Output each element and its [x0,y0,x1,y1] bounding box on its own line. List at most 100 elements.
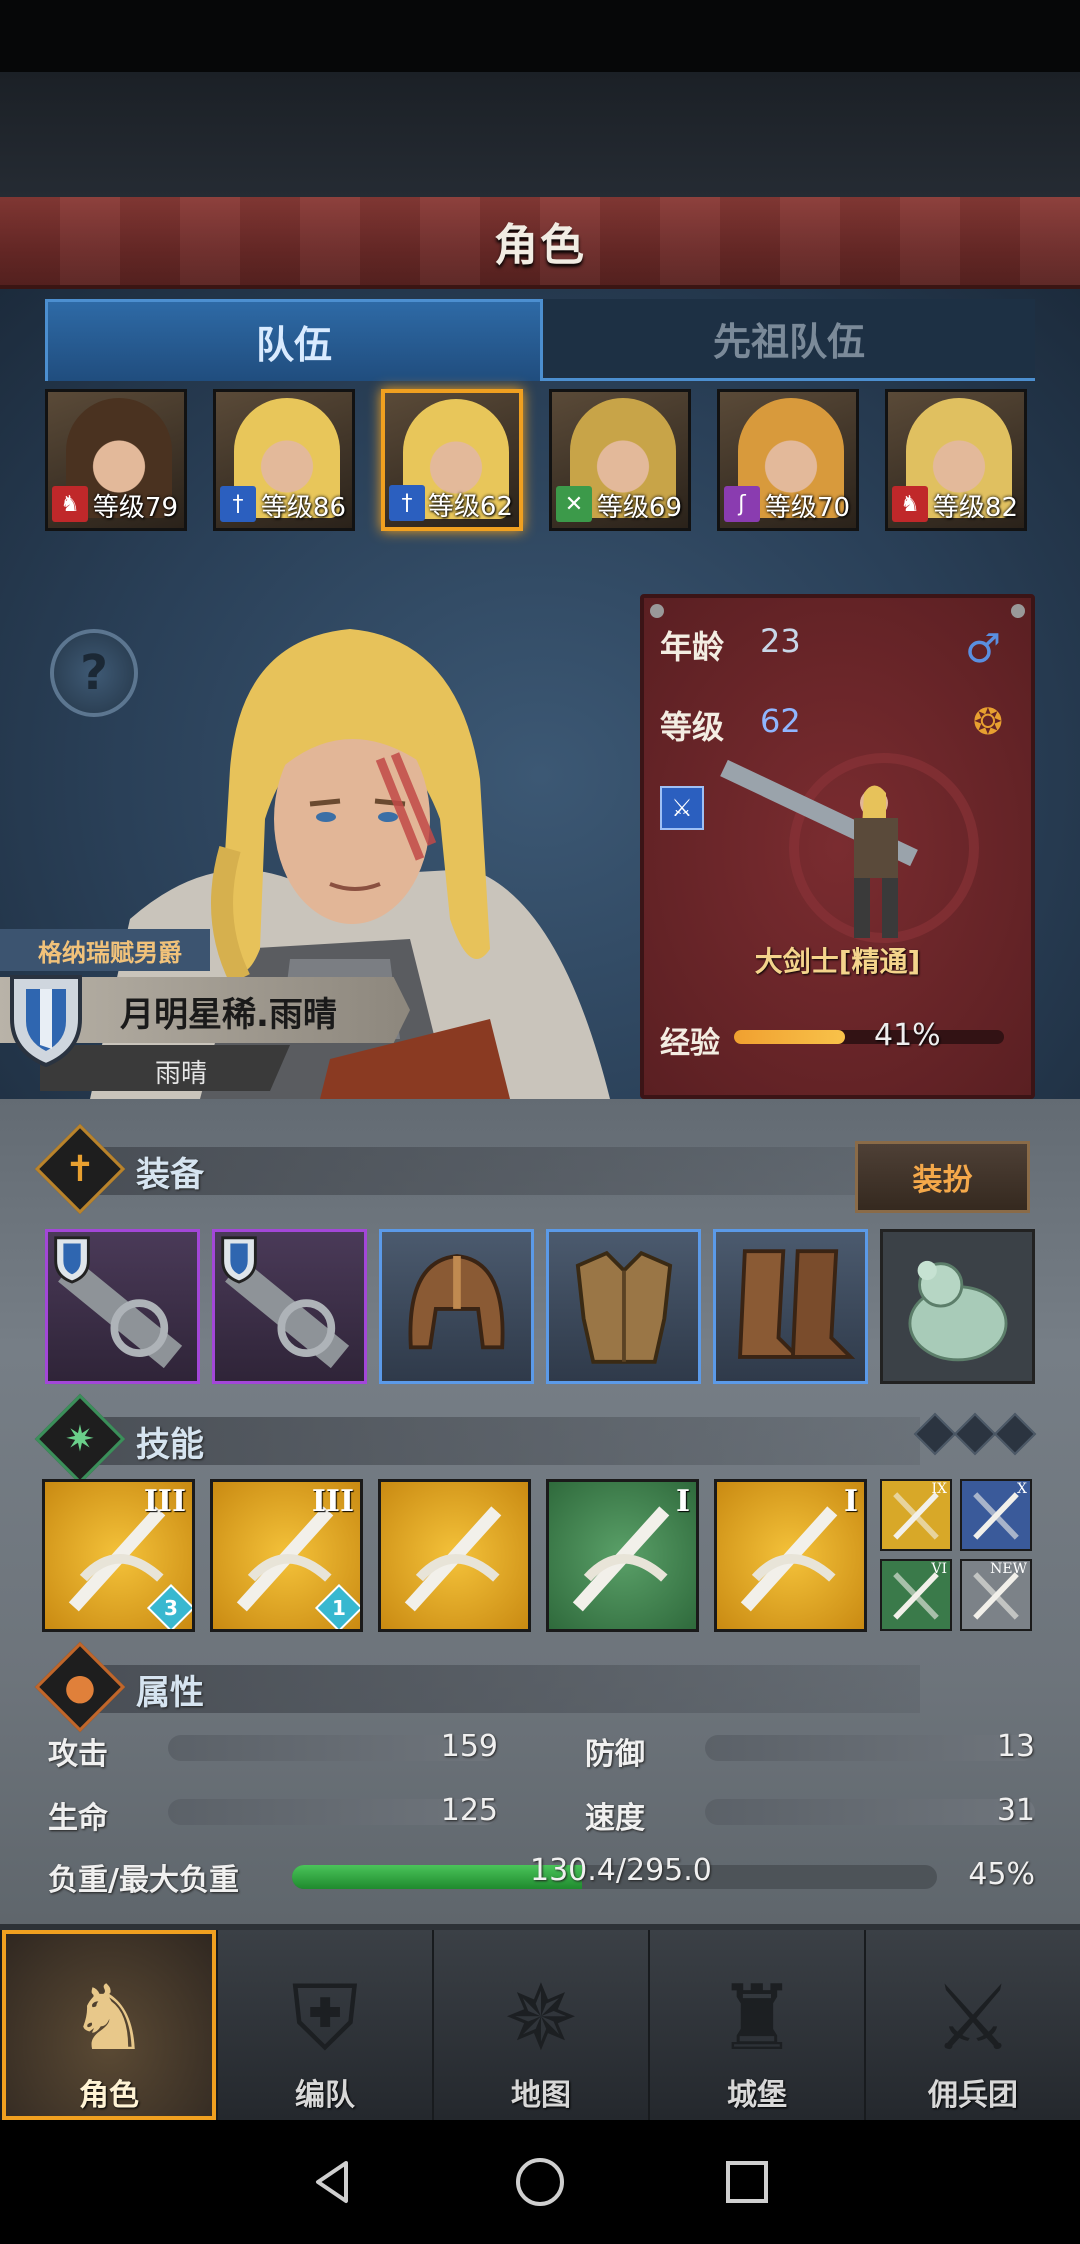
greatsword-slot[interactable] [45,1229,200,1384]
armor-slot[interactable] [546,1229,701,1384]
recents-icon[interactable] [717,2152,777,2212]
nav-label: 佣兵团 [928,2078,1018,2113]
mini-skill-1[interactable]: IX [880,1479,952,1551]
roster-hero-card[interactable]: ʃ 等级70 [717,389,859,531]
impact-skill[interactable]: I [714,1479,867,1632]
load-label: 负重/最大负重 [48,1863,239,1898]
greatsword-slot[interactable] [212,1229,367,1384]
shield-icon [10,975,82,1068]
skills-list: III 3 III 1 I I IX X VI NEW [42,1479,1042,1634]
sword-guard-skill[interactable] [378,1479,531,1632]
ring-icon[interactable]: ❂ [973,702,1003,743]
whirlwind-skill[interactable]: III 3 [42,1479,195,1632]
diamond-icon [913,1412,957,1456]
skills-title: 技能 [136,1425,204,1465]
horse-icon: ♞ [52,486,88,522]
sword-strike-skill[interactable]: III 1 [210,1479,363,1632]
jade-trinket-slot[interactable] [880,1229,1035,1384]
team-panel: 队伍 先祖队伍 ♞ 等级79 † 等级86 † 等级62 ✕ 等级69 ʃ 等级70 ♞ 等级82 ?… [0,289,1080,1099]
exp-label: 经验 [660,1026,720,1061]
nav-character[interactable]: ♞ 角色 [0,1930,216,2120]
helmet-icon: ⛨ [291,1966,359,2071]
skill-tier: I [675,1484,690,1519]
mini-skill-3[interactable]: VI [880,1559,952,1631]
skill-slot-indicators [913,1412,1037,1456]
hero-level-label: 等级70 [764,493,850,523]
level-value: 62 [760,702,801,740]
class-name: 大剑士[精通] [754,945,921,978]
skills-header: ✷ 技能 [34,1393,1040,1485]
sword-star-icon: † [389,485,425,521]
sword-star-icon[interactable]: ⚔ [660,786,704,830]
roster-hero-card[interactable]: ♞ 等级79 [45,389,187,531]
burst-skill[interactable]: I [546,1479,699,1632]
mini-skill-tier: NEW [990,1561,1027,1577]
mercenary-icon: ⚔ [932,1966,1014,2071]
load-percent: 45% [968,1857,1035,1892]
skill-tier: III [311,1484,354,1519]
diamond-icon [953,1412,997,1456]
nav-label: 地图 [511,2078,571,2113]
age-label: 年龄 [660,628,725,666]
roster-hero-card[interactable]: † 等级62 [381,389,523,531]
speed-label: 速度 [585,1801,645,1836]
hp-value: 125 [440,1793,498,1828]
sword-icon: † [220,486,256,522]
roster-hero-card[interactable]: ♞ 等级82 [885,389,1027,531]
hero-level-label: 等级82 [932,493,1018,523]
equipment-title: 装备 [136,1155,204,1195]
name-plate: 月明星稀.雨晴 雨晴 [0,969,410,1099]
castle-icon: ♜ [716,1966,798,2071]
skill-art-icon [404,1506,502,1612]
nav-castle[interactable]: ♜ 城堡 [648,1930,864,2120]
skill-art-icon [572,1506,670,1612]
back-icon[interactable] [303,2152,363,2212]
compass-icon: ✵ [503,1966,579,2071]
roster-hero-card[interactable]: † 等级86 [213,389,355,531]
age-row: 年龄 23 [660,622,801,668]
details-panel: ✝ 装备 装扮 ✷ 技能 III 3 III 1 I I IX X VI NEW ● 属性 攻击 … [0,1099,1080,1924]
system-navigation-bar [0,2120,1080,2244]
hero-level-label: 等级62 [427,492,513,522]
character-nickname: 雨晴 [155,1059,208,1089]
roster-hero-card[interactable]: ✕ 等级69 [549,389,691,531]
cross-icon: ✝ [64,1148,96,1190]
class-figure [720,753,979,943]
nav-map[interactable]: ✵ 地图 [432,1930,648,2120]
exp-bar [734,1030,1004,1044]
boots-slot[interactable] [713,1229,868,1384]
mini-skill-2[interactable]: X [960,1479,1032,1551]
character-stat-card: 年龄 23 ♂ 等级 62 ❂ ⚔ 大剑士[精通] 经验 41% [640,594,1035,1099]
helmet-slot[interactable] [379,1229,534,1384]
hp-label: 生命 [48,1801,108,1836]
horse-icon: ♞ [892,486,928,522]
defense-label: 防御 [585,1737,645,1772]
hp-row: 生命 125 [48,1787,498,1837]
skill-tier: III [143,1484,186,1519]
nav-label: 城堡 [727,2078,787,2113]
defense-bar [705,1735,1035,1761]
crossed-swords-icon: ✕ [556,486,592,522]
home-icon[interactable] [510,2152,570,2212]
character-name[interactable]: 月明星稀.雨晴 [120,987,337,1036]
person-icon: ● [64,1666,96,1708]
tab-ancestor-label: 先祖队伍 [712,320,865,364]
exp-percent: 41% [874,1018,941,1053]
mini-skill-tier: IX [931,1481,948,1497]
nav-mercenary[interactable]: ⚔ 佣兵团 [864,1930,1080,2120]
page-title: 角色 [494,220,586,271]
mini-skill-new[interactable]: NEW [960,1559,1032,1631]
age-value: 23 [760,622,801,660]
hero-level-label: 等级79 [92,493,178,523]
mini-skill-tier: X [1017,1481,1027,1497]
tab-ancestor-team[interactable]: 先祖队伍 [543,299,1035,381]
bottom-navigation: ♞ 角色 ⛨ 编队 ✵ 地图 ♜ 城堡 ⚔ 佣兵团 [0,1924,1080,2120]
speed-bar [705,1799,1035,1825]
dress-up-button[interactable]: 装扮 [855,1141,1030,1213]
tab-team[interactable]: 队伍 [45,299,543,381]
attack-value: 159 [440,1729,498,1764]
tab-team-label: 队伍 [255,323,332,367]
defense-row: 防御 13 [585,1723,1035,1773]
nav-formation[interactable]: ⛨ 编队 [216,1930,432,2120]
male-icon: ♂ [965,626,1001,672]
